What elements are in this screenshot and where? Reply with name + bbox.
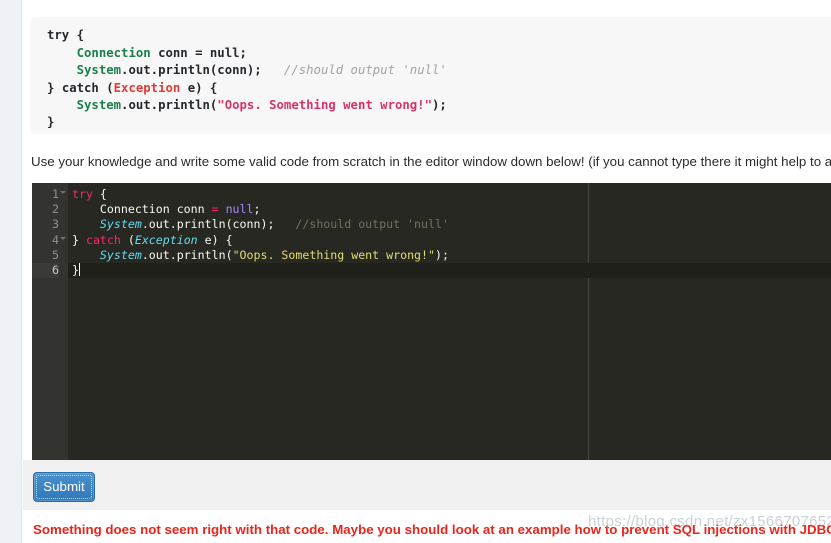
- feedback-error-message: Something does not seem right with that …: [33, 522, 831, 537]
- editor-token: [72, 217, 100, 231]
- editor-token: [72, 248, 100, 262]
- code-token: "Oops. Something went wrong!": [217, 97, 432, 112]
- code-token: System: [76, 63, 122, 78]
- code-token: e) {: [180, 80, 218, 95]
- page-content: try { Connection conn = null; System.out…: [23, 0, 831, 543]
- editor-token: }: [72, 262, 79, 277]
- editor-token: "Oops. Something went wrong!": [232, 247, 435, 262]
- code-token: (: [98, 80, 114, 95]
- editor-token: (: [120, 232, 135, 247]
- gutter-line-number[interactable]: 3: [32, 217, 59, 232]
- editor-token: try: [72, 187, 93, 201]
- code-token: }: [47, 115, 55, 130]
- editor-token: catch: [85, 232, 121, 247]
- editor-code-line[interactable]: System.out.println("Oops. Something went…: [68, 248, 831, 263]
- editor-code-line[interactable]: } catch (Exception e) {: [68, 233, 831, 248]
- editor-token: //should output 'null': [274, 217, 449, 232]
- editor-code-line[interactable]: Connection conn = null;: [68, 202, 831, 217]
- editor-token: null: [225, 202, 254, 217]
- editor-token: e) {: [197, 232, 233, 247]
- code-token: .out.println(: [121, 97, 218, 112]
- editor-token: =: [211, 202, 226, 217]
- code-token: conn =: [150, 45, 210, 60]
- editor-token: Connection conn: [72, 202, 212, 217]
- editor-token: .out.println(: [141, 247, 233, 262]
- submit-toolbar: Submit: [23, 460, 831, 510]
- code-token: );: [432, 97, 447, 112]
- editor-token: .out.println(conn);: [141, 217, 275, 232]
- code-token: //should output 'null': [261, 63, 447, 78]
- gutter-line-number[interactable]: 1: [32, 187, 66, 202]
- editor-token: );: [434, 247, 449, 262]
- code-sample-block: try { Connection conn = null; System.out…: [30, 17, 831, 135]
- editor-code-line[interactable]: try {: [68, 187, 831, 202]
- code-token: }: [47, 80, 62, 95]
- editor-gutter[interactable]: 123456: [32, 183, 68, 460]
- code-token: try: [47, 28, 70, 43]
- submit-button[interactable]: Submit: [33, 472, 95, 502]
- code-token: ;: [239, 45, 247, 60]
- text-cursor: [78, 262, 80, 276]
- page-root: try { Connection conn = null; System.out…: [0, 0, 831, 543]
- code-token: Connection: [76, 45, 151, 60]
- fold-arrow-icon[interactable]: [60, 191, 66, 194]
- code-editor[interactable]: try { Connection conn = null; System.out…: [32, 183, 831, 460]
- editor-text-area[interactable]: try { Connection conn = null; System.out…: [68, 183, 831, 460]
- editor-token: System: [99, 217, 142, 232]
- editor-lines[interactable]: try { Connection conn = null; System.out…: [68, 187, 831, 278]
- editor-token: ;: [253, 202, 261, 217]
- page-left-margin: [0, 0, 22, 543]
- code-token: {: [69, 28, 85, 43]
- editor-token: System: [99, 247, 142, 262]
- gutter-line-number[interactable]: 5: [32, 248, 59, 263]
- code-token: null: [209, 45, 240, 60]
- gutter-line-number[interactable]: 4: [32, 233, 66, 248]
- editor-token: {: [92, 187, 107, 201]
- code-token: catch: [61, 80, 99, 95]
- gutter-line-number[interactable]: 2: [32, 202, 59, 217]
- editor-token: Exception: [134, 232, 198, 247]
- editor-token: }: [72, 232, 86, 247]
- instructions-paragraph: Use your knowledge and write some valid …: [31, 154, 831, 170]
- code-token: .out.println(conn);: [121, 63, 262, 78]
- editor-code-line[interactable]: System.out.println(conn); //should outpu…: [68, 217, 831, 232]
- gutter-line-number[interactable]: 6: [32, 262, 59, 279]
- editor-code-line[interactable]: }: [68, 262, 831, 278]
- fold-arrow-icon[interactable]: [60, 236, 66, 240]
- code-token: Exception: [113, 80, 181, 95]
- code-token: System: [76, 97, 122, 112]
